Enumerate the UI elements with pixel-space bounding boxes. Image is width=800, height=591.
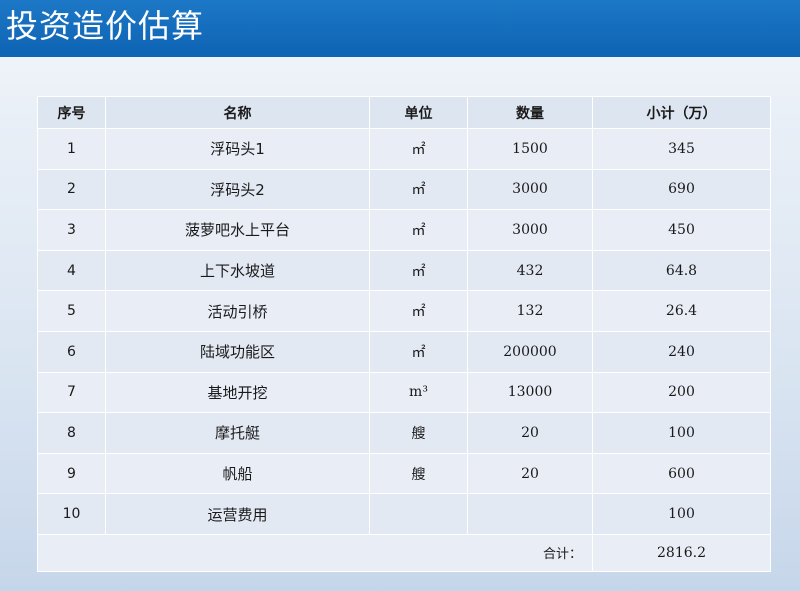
cell-no: 3 <box>37 209 106 251</box>
cell-no: 9 <box>37 452 106 495</box>
cell-name: 浮码头1 <box>105 128 370 170</box>
cell-qty: 20 <box>467 412 593 454</box>
header-qty: 数量 <box>467 96 593 129</box>
table-row: 1 浮码头1 ㎡ 1500 345 <box>37 128 771 170</box>
cell-subtotal: 600 <box>592 452 771 495</box>
cell-qty <box>467 493 593 535</box>
cell-qty: 432 <box>467 249 593 292</box>
cell-unit <box>369 493 468 535</box>
cell-name: 浮码头2 <box>105 168 370 211</box>
cell-unit: ㎡ <box>369 168 468 211</box>
cell-subtotal: 240 <box>592 330 771 373</box>
cell-qty: 3000 <box>467 209 593 251</box>
table-row: 4 上下水坡道 ㎡ 432 64.8 <box>37 249 771 292</box>
table-row: 7 基地开挖 m³ 13000 200 <box>37 371 771 414</box>
cell-qty: 13000 <box>467 371 593 414</box>
cell-name: 陆域功能区 <box>105 330 370 373</box>
cell-no: 5 <box>37 290 106 332</box>
total-value: 2816.2 <box>592 533 771 572</box>
cell-name: 运营费用 <box>105 493 370 535</box>
cell-subtotal: 100 <box>592 493 771 535</box>
cell-name: 上下水坡道 <box>105 249 370 292</box>
cell-no: 6 <box>37 330 106 373</box>
cell-unit: ㎡ <box>369 290 468 332</box>
title-bar: 投资造价估算 <box>0 0 800 57</box>
cell-name: 摩托艇 <box>105 412 370 454</box>
table-row: 2 浮码头2 ㎡ 3000 690 <box>37 168 771 211</box>
cell-subtotal: 100 <box>592 412 771 454</box>
total-label: 合计： <box>37 533 593 572</box>
cell-unit: ㎡ <box>369 330 468 373</box>
cell-name: 基地开挖 <box>105 371 370 414</box>
cell-no: 10 <box>37 493 106 535</box>
cell-subtotal: 26.4 <box>592 290 771 332</box>
table-header-row: 序号 名称 单位 数量 小计（万） <box>37 96 771 129</box>
cell-qty: 20 <box>467 452 593 495</box>
cell-name: 菠萝吧水上平台 <box>105 209 370 251</box>
total-row: 合计： 2816.2 <box>37 533 771 572</box>
cell-no: 4 <box>37 249 106 292</box>
cell-unit: 艘 <box>369 412 468 454</box>
cell-qty: 1500 <box>467 128 593 170</box>
cell-subtotal: 450 <box>592 209 771 251</box>
cell-subtotal: 690 <box>592 168 771 211</box>
cell-name: 帆船 <box>105 452 370 495</box>
cell-no: 2 <box>37 168 106 211</box>
cell-no: 8 <box>37 412 106 454</box>
table-row: 8 摩托艇 艘 20 100 <box>37 412 771 454</box>
table-row: 5 活动引桥 ㎡ 132 26.4 <box>37 290 771 332</box>
cell-unit: ㎡ <box>369 209 468 251</box>
header-subtotal: 小计（万） <box>592 96 771 129</box>
table-row: 3 菠萝吧水上平台 ㎡ 3000 450 <box>37 209 771 251</box>
cell-unit: ㎡ <box>369 249 468 292</box>
cell-subtotal: 64.8 <box>592 249 771 292</box>
header-name: 名称 <box>105 96 370 129</box>
cell-no: 1 <box>37 128 106 170</box>
cell-qty: 132 <box>467 290 593 332</box>
cost-estimate-table: 序号 名称 单位 数量 小计（万） 1 浮码头1 ㎡ 1500 345 2 浮码… <box>37 96 771 572</box>
cell-name: 活动引桥 <box>105 290 370 332</box>
cell-qty: 200000 <box>467 330 593 373</box>
cost-estimate-table-container: 序号 名称 单位 数量 小计（万） 1 浮码头1 ㎡ 1500 345 2 浮码… <box>37 96 771 572</box>
cell-unit: ㎡ <box>369 128 468 170</box>
cell-unit: m³ <box>369 371 468 414</box>
header-unit: 单位 <box>369 96 468 129</box>
cell-subtotal: 200 <box>592 371 771 414</box>
cell-no: 7 <box>37 371 106 414</box>
cell-subtotal: 345 <box>592 128 771 170</box>
table-row: 9 帆船 艘 20 600 <box>37 452 771 495</box>
cell-unit: 艘 <box>369 452 468 495</box>
cell-qty: 3000 <box>467 168 593 211</box>
table-row: 10 运营费用 100 <box>37 493 771 535</box>
header-no: 序号 <box>37 96 106 129</box>
page-title: 投资造价估算 <box>6 7 205 45</box>
table-row: 6 陆域功能区 ㎡ 200000 240 <box>37 330 771 373</box>
